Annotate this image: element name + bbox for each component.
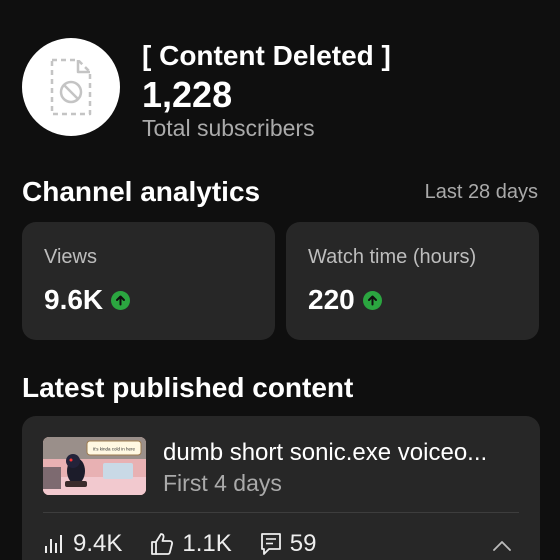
watch-time-card[interactable]: Watch time (hours) 220 [286, 222, 539, 340]
thumbnail-caption: It's kinda cold in here [93, 447, 136, 452]
chevron-up-icon [493, 541, 511, 551]
video-thumbnail[interactable]: It's kinda cold in here [43, 437, 146, 495]
video-stats: 9.4K 1.1K 59 [43, 526, 344, 560]
views-stat: 9.4K [43, 529, 122, 559]
analytics-title: Channel analytics [22, 176, 261, 207]
latest-video-card[interactable]: It's kinda cold in here dumb short sonic… [22, 416, 540, 560]
comment-icon [260, 533, 281, 555]
views-label: Views [44, 246, 97, 268]
views-value-row: 9.6K [44, 283, 131, 317]
subscriber-label: Total subscribers [142, 115, 315, 141]
watch-time-value-row: 220 [308, 283, 382, 317]
comments-stat-value: 59 [289, 530, 317, 557]
likes-stat-value: 1.1K [182, 530, 232, 557]
views-stat-value: 9.4K [73, 530, 123, 557]
channel-dashboard: [ Content Deleted ] 1,228 Total subscrib… [0, 0, 560, 560]
watch-time-value: 220 [308, 284, 355, 315]
views-card[interactable]: Views 9.6K [22, 222, 275, 340]
content-deleted-icon [50, 58, 92, 116]
trend-up-icon [362, 290, 382, 310]
thumbs-up-icon [151, 533, 174, 555]
channel-name: [ Content Deleted ] [142, 40, 391, 71]
subscriber-count: 1,228 [142, 74, 233, 115]
trend-up-icon [111, 290, 131, 310]
video-title[interactable]: dumb short sonic.exe voiceo... [163, 438, 523, 468]
likes-stat: 1.1K [150, 529, 232, 559]
expand-button[interactable] [490, 534, 514, 558]
analytics-range[interactable]: Last 28 days [425, 178, 538, 206]
channel-avatar[interactable] [22, 38, 120, 136]
video-period: First 4 days [163, 470, 282, 496]
divider [43, 512, 519, 513]
views-value: 9.6K [44, 284, 104, 315]
comments-stat: 59 [260, 529, 317, 559]
views-bars-icon [45, 535, 62, 553]
latest-content-title: Latest published content [22, 372, 354, 403]
thumbnail-image: It's kinda cold in here [43, 437, 146, 495]
watch-time-label: Watch time (hours) [308, 246, 477, 268]
